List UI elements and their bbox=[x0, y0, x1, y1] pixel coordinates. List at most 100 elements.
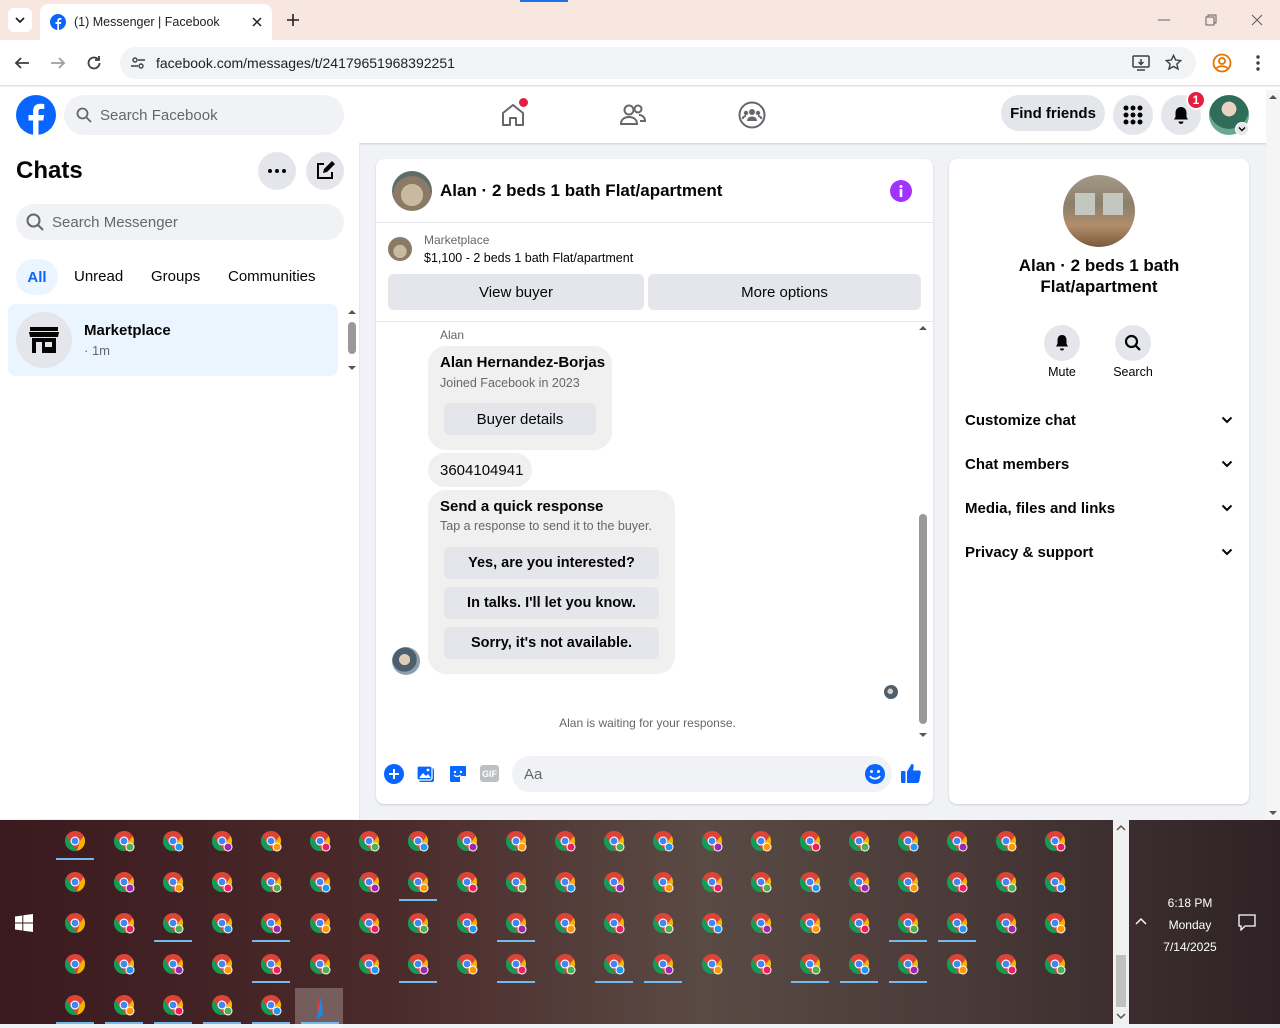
chrome-taskbar-icon[interactable] bbox=[211, 830, 233, 852]
chrome-taskbar-icon[interactable] bbox=[995, 953, 1017, 975]
chrome-taskbar-icon[interactable] bbox=[358, 871, 380, 893]
section-chat-members[interactable]: Chat members bbox=[965, 452, 1233, 476]
chrome-taskbar-icon[interactable] bbox=[407, 830, 429, 852]
chrome-taskbar-icon[interactable] bbox=[652, 830, 674, 852]
chrome-taskbar-icon[interactable] bbox=[456, 871, 478, 893]
chrome-taskbar-icon[interactable] bbox=[113, 994, 135, 1016]
menu-grid-button[interactable] bbox=[1113, 95, 1153, 135]
section-media-files-links[interactable]: Media, files and links bbox=[965, 496, 1233, 520]
chrome-taskbar-icon[interactable] bbox=[848, 871, 870, 893]
tab-list-chevron-icon[interactable] bbox=[8, 8, 32, 32]
chrome-taskbar-icon[interactable] bbox=[358, 830, 380, 852]
quick-response-button[interactable]: In talks. I'll let you know. bbox=[444, 587, 659, 619]
chrome-taskbar-icon[interactable] bbox=[1044, 912, 1066, 934]
chrome-taskbar-icon[interactable] bbox=[799, 912, 821, 934]
quick-response-button[interactable]: Yes, are you interested? bbox=[444, 547, 659, 579]
chrome-taskbar-icon[interactable] bbox=[554, 953, 576, 975]
chrome-taskbar-icon[interactable] bbox=[799, 871, 821, 893]
chrome-taskbar-icon[interactable] bbox=[113, 912, 135, 934]
chrome-taskbar-icon[interactable] bbox=[113, 871, 135, 893]
chrome-taskbar-icon[interactable] bbox=[1044, 830, 1066, 852]
chrome-taskbar-icon[interactable] bbox=[554, 871, 576, 893]
filter-all[interactable]: All bbox=[16, 259, 58, 295]
chrome-taskbar-icon[interactable] bbox=[750, 953, 772, 975]
chrome-taskbar-icon[interactable] bbox=[309, 912, 331, 934]
chrome-taskbar-icon[interactable] bbox=[946, 912, 968, 934]
profile-icon[interactable] bbox=[1210, 51, 1234, 75]
message-input[interactable]: Aa bbox=[512, 756, 892, 792]
reload-icon[interactable] bbox=[82, 51, 106, 75]
site-info-icon[interactable] bbox=[130, 55, 146, 71]
chrome-taskbar-icon[interactable] bbox=[260, 912, 282, 934]
chrome-taskbar-icon[interactable] bbox=[652, 953, 674, 975]
chrome-taskbar-icon[interactable] bbox=[64, 953, 86, 975]
chrome-taskbar-icon[interactable] bbox=[848, 912, 870, 934]
listing-photo[interactable] bbox=[392, 171, 432, 211]
chrome-taskbar-icon[interactable] bbox=[799, 830, 821, 852]
chrome-taskbar-icon[interactable] bbox=[260, 830, 282, 852]
chrome-taskbar-icon[interactable] bbox=[211, 912, 233, 934]
quick-response-button[interactable]: Sorry, it's not available. bbox=[444, 627, 659, 659]
chrome-taskbar-icon[interactable] bbox=[603, 871, 625, 893]
sticker-icon[interactable] bbox=[448, 764, 468, 784]
sender-avatar[interactable] bbox=[392, 647, 420, 675]
chrome-taskbar-icon[interactable] bbox=[407, 912, 429, 934]
chrome-taskbar-icon[interactable] bbox=[1044, 871, 1066, 893]
chrome-taskbar-icon[interactable] bbox=[64, 994, 86, 1016]
chrome-taskbar-icon[interactable] bbox=[505, 912, 527, 934]
chrome-taskbar-icon[interactable] bbox=[64, 871, 86, 893]
action-center-icon[interactable] bbox=[1238, 914, 1256, 931]
chrome-taskbar-icon[interactable] bbox=[113, 953, 135, 975]
like-icon[interactable] bbox=[900, 762, 922, 784]
taskbar-scrollbar[interactable] bbox=[1113, 820, 1129, 1024]
chrome-taskbar-icon[interactable] bbox=[407, 953, 429, 975]
chrome-taskbar-icon[interactable] bbox=[554, 912, 576, 934]
messages-scrollbar[interactable] bbox=[917, 324, 929, 739]
chrome-taskbar-icon[interactable] bbox=[603, 953, 625, 975]
section-customize-chat[interactable]: Customize chat bbox=[965, 408, 1233, 432]
section-privacy-support[interactable]: Privacy & support bbox=[965, 540, 1233, 564]
groups-icon[interactable] bbox=[732, 95, 772, 135]
chrome-taskbar-icon[interactable] bbox=[1044, 953, 1066, 975]
chrome-taskbar-icon[interactable] bbox=[162, 912, 184, 934]
forward-icon[interactable] bbox=[46, 51, 70, 75]
mute-button[interactable] bbox=[1044, 325, 1080, 361]
browser-tab[interactable]: (1) Messenger | Facebook bbox=[40, 4, 272, 40]
chrome-taskbar-icon[interactable] bbox=[456, 830, 478, 852]
chrome-taskbar-icon[interactable] bbox=[162, 994, 184, 1016]
chat-list-item[interactable]: Marketplace · 1m bbox=[8, 304, 338, 376]
friends-icon[interactable] bbox=[613, 95, 653, 135]
windows-start-icon[interactable] bbox=[15, 914, 33, 932]
filter-groups[interactable]: Groups bbox=[151, 268, 200, 285]
new-message-button[interactable] bbox=[306, 152, 344, 190]
chrome-taskbar-icon[interactable] bbox=[946, 830, 968, 852]
chrome-taskbar-icon[interactable] bbox=[995, 912, 1017, 934]
chrome-taskbar-icon[interactable] bbox=[358, 912, 380, 934]
chrome-taskbar-icon[interactable] bbox=[64, 830, 86, 852]
chrome-taskbar-icon[interactable] bbox=[260, 994, 282, 1016]
chrome-taskbar-icon[interactable] bbox=[260, 953, 282, 975]
address-bar[interactable]: facebook.com/messages/t/2417965196839225… bbox=[120, 47, 1196, 79]
chrome-taskbar-icon[interactable] bbox=[946, 871, 968, 893]
chrome-taskbar-icon[interactable] bbox=[995, 871, 1017, 893]
bookmark-star-icon[interactable] bbox=[1165, 54, 1182, 71]
chrome-taskbar-icon[interactable] bbox=[162, 830, 184, 852]
new-tab-icon[interactable] bbox=[282, 8, 304, 32]
chrome-taskbar-icon[interactable] bbox=[309, 830, 331, 852]
chrome-taskbar-icon[interactable] bbox=[897, 871, 919, 893]
emoji-icon[interactable] bbox=[864, 763, 886, 785]
facebook-logo-icon[interactable] bbox=[16, 95, 56, 135]
chrome-taskbar-icon[interactable] bbox=[603, 830, 625, 852]
chrome-taskbar-icon[interactable] bbox=[456, 953, 478, 975]
chrome-taskbar-icon[interactable] bbox=[652, 871, 674, 893]
chrome-taskbar-icon[interactable] bbox=[750, 912, 772, 934]
chrome-taskbar-icon[interactable] bbox=[701, 830, 723, 852]
chrome-taskbar-icon[interactable] bbox=[64, 912, 86, 934]
chrome-taskbar-icon[interactable] bbox=[603, 912, 625, 934]
filter-communities[interactable]: Communities bbox=[228, 268, 316, 285]
chrome-taskbar-icon[interactable] bbox=[505, 830, 527, 852]
clock[interactable]: 6:18 PM Monday 7/14/2025 bbox=[1150, 892, 1230, 958]
chrome-taskbar-icon[interactable] bbox=[799, 953, 821, 975]
chrome-taskbar-icon[interactable] bbox=[505, 871, 527, 893]
chats-options-button[interactable] bbox=[258, 152, 296, 190]
